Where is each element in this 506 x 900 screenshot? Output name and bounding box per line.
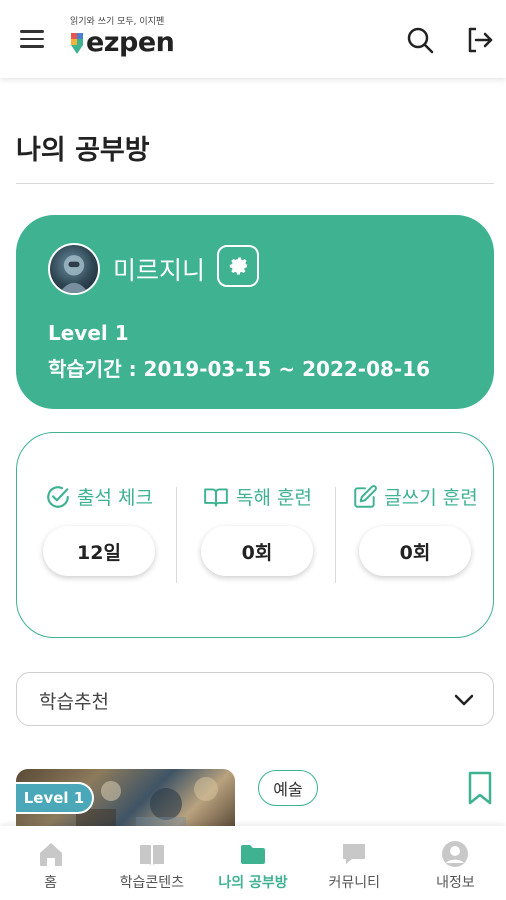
- profile-card: 미르지니 Level 1 학습기간 : 2019-03-15 ~ 2022-08…: [16, 215, 494, 409]
- chat-bubble-icon: [343, 844, 366, 864]
- nav-item-home[interactable]: 홈: [0, 826, 101, 900]
- folder-icon: [241, 845, 265, 864]
- book-icon: [139, 845, 164, 865]
- title-divider: [16, 183, 494, 184]
- stat-divider: [335, 487, 336, 583]
- stat-reading: 독해 훈련 0회: [179, 483, 335, 576]
- bookmark-icon[interactable]: [466, 770, 494, 806]
- app-header: 읽기와 쓰기 모두, 이지펜 ezpen: [0, 0, 506, 78]
- nav-label: 홈: [44, 875, 58, 891]
- pencil-edit-icon: [354, 484, 378, 508]
- level-badge: Level 1: [16, 782, 94, 814]
- profile-settings-button[interactable]: [217, 245, 259, 287]
- nav-label: 나의 공부방: [218, 875, 288, 891]
- gear-icon: [229, 257, 249, 275]
- pen-logo-icon: [71, 33, 83, 54]
- category-tag: 예술: [258, 770, 318, 806]
- stat-value-pill[interactable]: 0회: [201, 526, 313, 576]
- hamburger-menu-icon[interactable]: [20, 30, 44, 50]
- nav-label: 내정보: [436, 875, 475, 891]
- nav-item-my-study-room[interactable]: 나의 공부방: [202, 826, 303, 900]
- search-icon[interactable]: [404, 24, 436, 56]
- stat-writing: 글쓰기 훈련 0회: [337, 483, 493, 576]
- stat-divider: [176, 487, 177, 583]
- recommend-select[interactable]: 학습추천: [16, 672, 494, 726]
- nav-label: 커뮤니티: [328, 875, 380, 891]
- logout-icon[interactable]: [464, 24, 496, 56]
- user-icon: [442, 841, 469, 867]
- chevron-down-icon: [454, 694, 474, 706]
- nav-item-community[interactable]: 커뮤니티: [304, 826, 405, 900]
- stats-card: 출석 체크 12일 독해 훈련 0회 글쓰기 훈련 0회: [16, 432, 494, 638]
- user-name: 미르지니: [113, 256, 206, 285]
- stat-label: 출석 체크: [77, 487, 153, 509]
- stat-label: 글쓰기 훈련: [384, 487, 478, 509]
- stat-value-pill[interactable]: 0회: [359, 526, 471, 576]
- stat-label: 독해 훈련: [236, 487, 312, 509]
- study-period: 학습기간 : 2019-03-15 ~ 2022-08-16: [48, 357, 431, 381]
- nav-item-learning-content[interactable]: 학습콘텐츠: [101, 826, 202, 900]
- check-circle-icon: [47, 485, 69, 508]
- avatar[interactable]: [48, 243, 100, 295]
- page-title: 나의 공부방: [16, 135, 150, 166]
- home-icon: [39, 843, 62, 866]
- logo-tagline: 읽기와 쓰기 모두, 이지펜: [70, 17, 165, 27]
- logo-text: ezpen: [86, 27, 175, 58]
- stat-attendance: 출석 체크 12일: [21, 483, 177, 576]
- select-value: 학습추천: [39, 691, 109, 713]
- stat-value-pill[interactable]: 12일: [43, 526, 155, 576]
- nav-label: 학습콘텐츠: [119, 875, 184, 891]
- open-book-icon: [204, 487, 228, 507]
- logo[interactable]: 읽기와 쓰기 모두, 이지펜 ezpen: [70, 14, 175, 58]
- user-level: Level 1: [48, 321, 129, 345]
- bottom-navigation: 홈 학습콘텐츠 나의 공부방 커뮤니티 내정보: [0, 826, 506, 900]
- nav-item-my-info[interactable]: 내정보: [405, 826, 506, 900]
